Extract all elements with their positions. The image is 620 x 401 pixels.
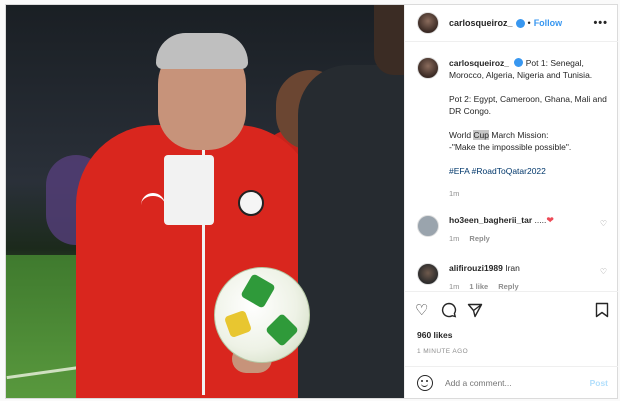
comments-list[interactable]: carlosqueiroz_ Pot 1: Senegal, Morocco, …: [405, 43, 618, 291]
separator-dot: •: [527, 18, 531, 28]
comment-username[interactable]: alifirouzi1989: [449, 263, 503, 273]
comment-time: 1m: [449, 234, 460, 243]
comment-icon[interactable]: [441, 302, 457, 323]
verified-icon: [515, 18, 525, 28]
caption: carlosqueiroz_ Pot 1: Senegal, Morocco, …: [417, 57, 607, 198]
action-icons: ♡: [415, 302, 610, 322]
more-options-icon[interactable]: •••: [593, 17, 608, 29]
header-username[interactable]: carlosqueiroz_: [449, 18, 513, 28]
caption-hashtags[interactable]: #EFA #RoadToQatar2022: [449, 166, 546, 176]
comment-like-icon[interactable]: ♡: [600, 267, 607, 276]
foreground-person-head: [374, 5, 404, 75]
comment-username[interactable]: ho3een_bagherii_tar: [449, 215, 532, 225]
comment-input[interactable]: [445, 378, 585, 388]
caption-username[interactable]: carlosqueiroz_: [449, 58, 509, 68]
caption-line3-post: March Mission:: [489, 130, 549, 140]
caption-line3-pre: World: [449, 130, 474, 140]
caption-line4: -"Make the impossible possible".: [449, 142, 572, 152]
reply-button[interactable]: Reply: [469, 234, 489, 243]
coach-shirt: [164, 155, 214, 225]
share-icon[interactable]: [467, 302, 483, 323]
foreground-person: [298, 65, 404, 398]
list-item: alifirouzi1989 Iran 1m 1 like Reply ♡: [417, 263, 607, 291]
post-side-panel: carlosqueiroz_ • Follow ••• carlosqueiro…: [404, 5, 618, 398]
follow-button[interactable]: Follow: [534, 18, 563, 28]
post-frame: carlosqueiroz_ • Follow ••• carlosqueiro…: [5, 4, 618, 399]
post-actions: ♡ 960 likes 1 MINUTE AGO Post: [405, 291, 618, 398]
comment-likes[interactable]: 1 like: [469, 282, 488, 291]
heart-emoji: ❤: [546, 215, 554, 225]
avatar[interactable]: [417, 12, 439, 34]
coach-hair: [156, 33, 248, 69]
comment-text: Iran: [502, 263, 520, 273]
post-photo[interactable]: [6, 5, 404, 398]
comment-text: .....: [532, 215, 547, 225]
egypt-badge: [238, 190, 264, 216]
football: [214, 267, 310, 363]
comment-like-icon[interactable]: ♡: [600, 219, 607, 228]
post-timestamp: 1 MINUTE AGO: [417, 348, 469, 355]
likes-count[interactable]: 960 likes: [417, 330, 452, 340]
reply-button[interactable]: Reply: [498, 282, 518, 291]
post-header: carlosqueiroz_ • Follow •••: [405, 5, 618, 42]
heart-icon[interactable]: ♡: [415, 302, 428, 320]
add-comment-bar: Post: [405, 366, 618, 399]
caption-time: 1m: [449, 189, 460, 198]
list-item: ho3een_bagherii_tar .....❤ 1m Reply ♡: [417, 215, 607, 243]
avatar[interactable]: [417, 215, 439, 237]
verified-icon: [514, 58, 524, 67]
post-button[interactable]: Post: [590, 378, 608, 388]
avatar[interactable]: [417, 57, 439, 79]
comment-time: 1m: [449, 282, 460, 291]
caption-line2: Pot 2: Egypt, Cameroon, Ghana, Mali and …: [449, 94, 607, 116]
caption-highlight: Cup: [473, 130, 489, 140]
emoji-icon[interactable]: [417, 375, 433, 391]
bookmark-icon[interactable]: [595, 302, 609, 323]
avatar[interactable]: [417, 263, 439, 285]
